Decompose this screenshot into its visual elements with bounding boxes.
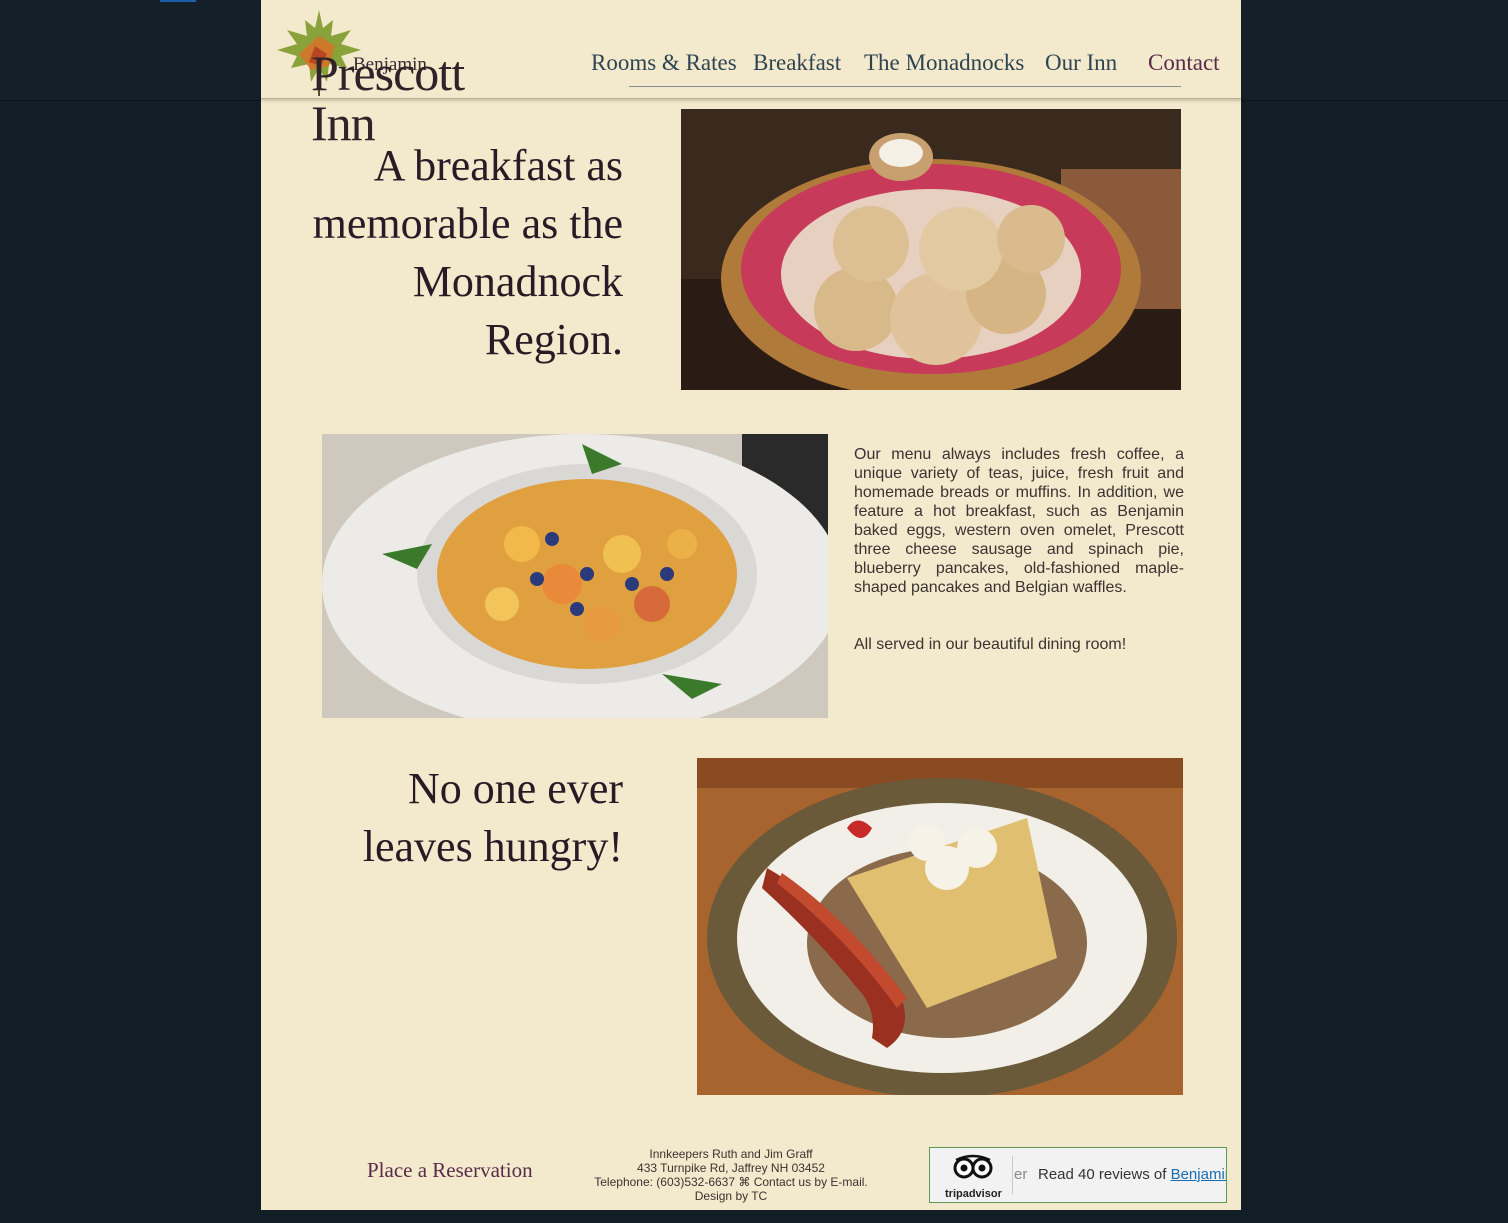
heading-line: leaves hungry! — [362, 822, 623, 871]
page: Benjamin Prescott Inn Rooms & Rates Brea… — [261, 0, 1241, 1210]
footer-design-credit: Design by TC — [694, 1189, 768, 1203]
strata-plate-photo — [697, 758, 1183, 1095]
logo-big-text: Prescott Inn — [311, 45, 465, 151]
heading-line: Region. — [484, 315, 623, 364]
footer-telephone-line: Telephone: (603)532-6637 ⌘ Contact us by… — [571, 1175, 891, 1189]
logo[interactable]: Benjamin Prescott Inn — [275, 6, 535, 148]
breakfast-heading: A breakfast as memorable as the Monadnoc… — [301, 137, 623, 369]
heading-line: memorable as the — [312, 199, 623, 248]
heading-line: No one ever — [407, 764, 623, 813]
footer-telephone: Telephone: (603)532-6637 ⌘ — [594, 1175, 754, 1189]
top-accent-mark — [160, 0, 196, 2]
footer-address: 433 Turnpike Rd, Jaffrey NH 03452 — [637, 1161, 825, 1175]
tripadvisor-logo: tripadvisor — [936, 1154, 1008, 1200]
nav-item-contact[interactable]: Contact — [1148, 50, 1220, 76]
owl-eyes-icon — [953, 1154, 993, 1179]
heading-line: Monadnock — [412, 257, 623, 306]
footer-contact-info: Innkeepers Ruth and Jim Graff 433 Turnpi… — [571, 1147, 891, 1203]
fruit-bowl-photo — [322, 434, 828, 718]
menu-paragraph: Our menu always includes fresh coffee, a… — [854, 446, 1184, 596]
dining-room-paragraph: All served in our beautiful dining room! — [854, 636, 1127, 653]
nav-item-our-inn[interactable]: Our Inn — [1045, 50, 1117, 76]
footer-innkeepers: Innkeepers Ruth and Jim Graff — [649, 1147, 813, 1161]
nav-item-monadnocks[interactable]: The Monadnocks — [864, 50, 1024, 76]
tripadvisor-reviews-text: Read 40 reviews of Benjamin Prescott Inn — [1038, 1166, 1226, 1183]
tripadvisor-wordmark: tripadvisor — [945, 1188, 1002, 1200]
tripadvisor-divider — [1012, 1156, 1013, 1194]
tripadvisor-inn-link[interactable]: Benjamin Prescott Inn — [1171, 1166, 1226, 1183]
place-reservation-link[interactable]: Place a Reservation — [367, 1158, 533, 1183]
nav-item-rooms-rates[interactable]: Rooms & Rates — [591, 50, 737, 76]
email-contact-link[interactable]: Contact us by E-mail. — [754, 1175, 868, 1189]
breakfast-description: Our menu always includes fresh coffee, a… — [854, 445, 1184, 654]
hungry-heading: No one ever leaves hungry! — [301, 760, 623, 876]
tripadvisor-reviews-label: Read 40 reviews of — [1038, 1166, 1171, 1183]
tripadvisor-widget[interactable]: tripadvisor er Read 40 reviews of Benjam… — [929, 1147, 1227, 1203]
scones-basket-photo — [681, 109, 1181, 390]
nav-item-breakfast[interactable]: Breakfast — [753, 50, 841, 76]
site-header: Benjamin Prescott Inn Rooms & Rates Brea… — [261, 0, 1241, 148]
nav-underline — [629, 86, 1181, 87]
heading-line: A breakfast as — [373, 141, 623, 190]
tripadvisor-partial-text: er — [1014, 1166, 1028, 1183]
